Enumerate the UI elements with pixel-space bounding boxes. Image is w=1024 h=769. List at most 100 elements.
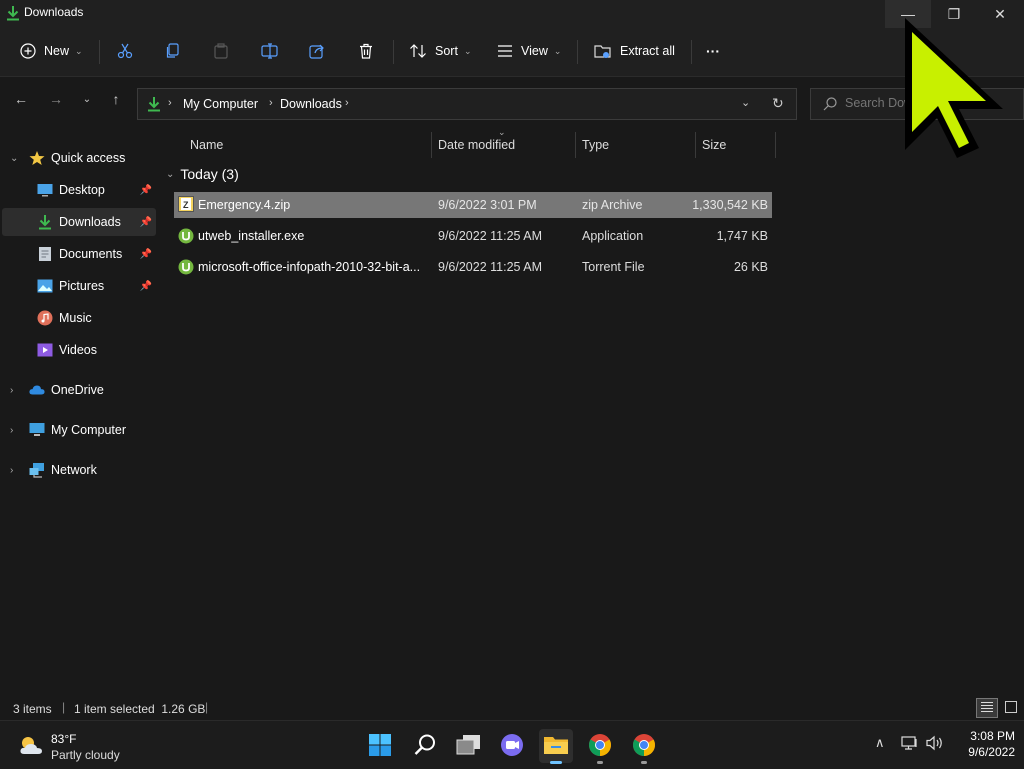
chrome-icon [588,733,612,760]
chevron-right-icon[interactable]: › [10,385,13,396]
chevron-down-icon: ⌄ [82,93,92,105]
chevron-right-icon[interactable]: › [10,465,13,476]
sidebar-item-videos[interactable]: Videos [2,336,156,364]
column-divider[interactable] [695,132,696,158]
scissors-icon [117,43,133,59]
view-icon [497,44,513,58]
videos-icon [37,342,53,358]
network-icon [29,462,45,478]
new-label: New [44,44,70,58]
sort-button[interactable]: Sort ⌄ [409,28,471,74]
chevron-right-icon: › [269,97,273,109]
file-type: Torrent File [582,260,645,274]
sidebar-item-label: OneDrive [51,383,104,397]
sidebar-item-quick-access[interactable]: ⌄ Quick access [2,144,156,172]
sidebar-item-my-computer[interactable]: › My Computer [2,416,156,444]
pointer-cursor-annotation [895,12,1013,163]
teams-chat-button[interactable] [495,729,529,763]
plus-icon [20,43,36,59]
network-status-icon[interactable] [901,735,919,754]
file-row[interactable]: microsoft-office-infopath-2010-32-bit-a.… [174,254,772,280]
column-label: Size [702,138,727,152]
file-date: 9/6/2022 11:25 AM [438,229,543,243]
weather-widget[interactable]: 83°F Partly cloudy [14,729,134,763]
file-name: utweb_installer.exe [198,229,305,243]
address-bar[interactable]: › My Computer › Downloads › ⌄ ↻ [137,88,797,120]
more-options-button[interactable]: ··· [706,28,720,74]
search-icon [413,733,437,760]
details-view-button[interactable] [976,698,998,718]
forward-button[interactable]: → [44,87,68,111]
file-row[interactable]: Z Emergency.4.zip 9/6/2022 3:01 PM zip A… [174,192,772,218]
extract-all-button[interactable]: Extract all [594,28,675,74]
more-icon: ··· [706,43,720,59]
sidebar-item-desktop[interactable]: Desktop 📌 [2,176,156,204]
navigation-pane: ⌄ Quick access Desktop 📌 Downloads 📌 Doc… [0,130,158,695]
cut-button[interactable] [117,28,133,74]
group-header-today[interactable]: ⌄ Today (3) [166,166,239,182]
column-divider[interactable] [575,132,576,158]
clock[interactable]: 3:08 PM 9/6/2022 [955,729,1015,759]
chat-icon [499,733,525,760]
sidebar-item-network[interactable]: › Network [2,456,156,484]
chevron-down-icon: ⌄ [166,168,175,180]
refresh-icon[interactable]: ↻ [772,95,784,112]
trash-icon [358,43,374,59]
chrome-icon [632,733,656,760]
title-bar: Downloads — ❐ ✕ [0,0,1024,28]
column-name[interactable]: Name [190,130,223,160]
breadcrumb-item-my-computer[interactable]: My Computer [183,97,258,111]
back-button[interactable]: ← [9,87,33,111]
sidebar-item-pictures[interactable]: Pictures 📌 [2,272,156,300]
documents-icon [37,246,53,262]
share-button[interactable] [309,28,325,74]
group-label: Today (3) [180,166,239,182]
address-dropdown-button[interactable]: ⌄ [741,96,750,109]
column-divider[interactable] [431,132,432,158]
search-taskbar-button[interactable] [408,729,442,763]
sidebar-item-label: Quick access [51,151,126,165]
chrome-profile-taskbar-button[interactable] [627,729,661,764]
rename-button[interactable] [261,28,279,74]
divider [577,40,578,64]
paste-button[interactable] [213,28,229,74]
file-row[interactable]: utweb_installer.exe 9/6/2022 11:25 AM Ap… [174,223,772,249]
task-view-button[interactable] [452,729,486,763]
start-button[interactable] [363,729,397,763]
music-icon [37,310,53,326]
tiles-view-button[interactable] [1000,698,1022,718]
chevron-down-icon[interactable]: ⌄ [10,153,18,164]
chevron-right-icon[interactable]: › [10,425,13,436]
recent-locations-button[interactable]: ⌄ [75,87,99,111]
sort-label: Sort [435,44,458,58]
column-size[interactable]: Size [702,130,726,160]
arrow-left-icon: ← [14,91,28,107]
show-hidden-icons-button[interactable]: ∧ [875,735,885,751]
pictures-icon [37,278,53,294]
file-explorer-taskbar-button[interactable] [539,729,573,764]
status-bar: 3 items | 1 item selected 1.26 GB | [0,696,1024,720]
chrome-taskbar-button[interactable] [583,729,617,764]
volume-icon[interactable] [926,735,944,754]
sidebar-item-documents[interactable]: Documents 📌 [2,240,156,268]
column-type[interactable]: Type [582,130,609,160]
column-label: Name [190,138,224,152]
sidebar-item-downloads[interactable]: Downloads 📌 [2,208,156,236]
copy-button[interactable] [165,28,181,74]
new-button[interactable]: New ⌄ [20,28,83,74]
file-date: 9/6/2022 11:25 AM [438,260,543,274]
download-icon [147,96,161,115]
sidebar-item-label: Network [51,463,97,477]
sidebar-item-music[interactable]: Music [2,304,156,332]
delete-button[interactable] [358,28,374,74]
column-divider[interactable] [775,132,776,158]
view-button[interactable]: View ⌄ [497,28,561,74]
paste-icon [213,43,229,59]
divider: | [62,700,66,714]
breadcrumb-item-downloads[interactable]: Downloads [280,97,342,111]
utorrent-icon [178,228,194,247]
up-button[interactable]: ↑ [104,87,128,111]
share-icon [309,43,325,59]
download-icon [6,5,20,24]
sidebar-item-onedrive[interactable]: › OneDrive [2,376,156,404]
